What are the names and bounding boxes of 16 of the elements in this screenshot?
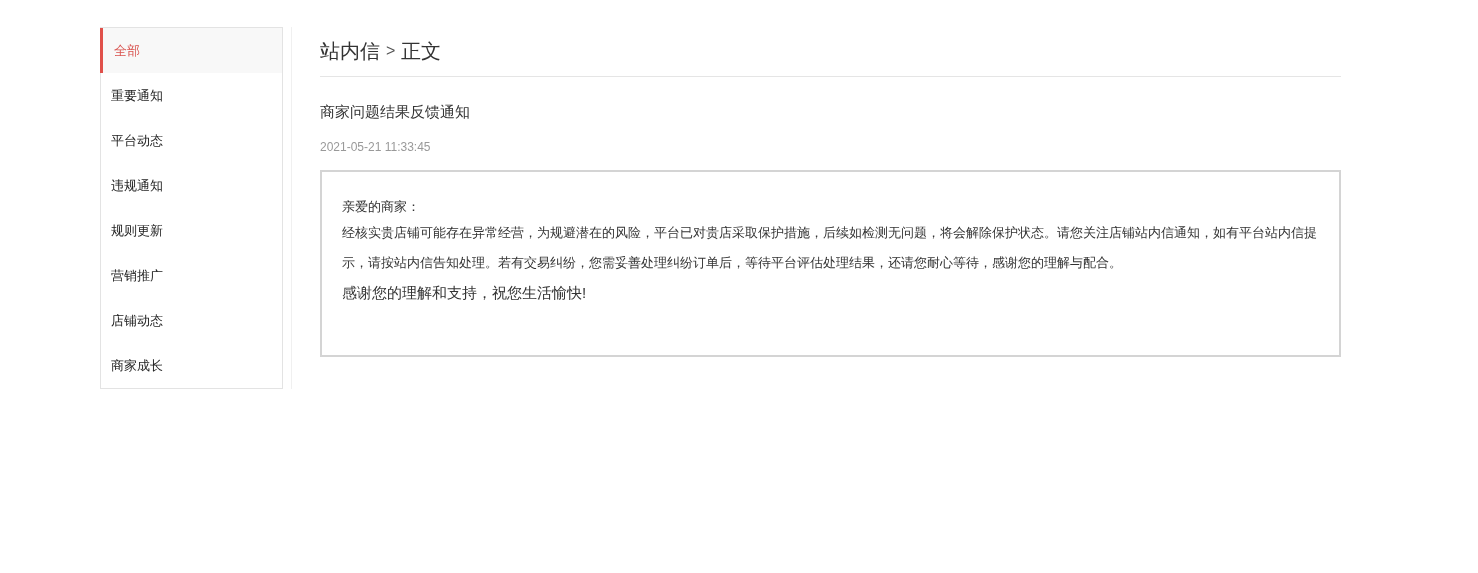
sidebar-item[interactable]: 平台动态 <box>101 118 282 163</box>
sidebar-item[interactable]: 营销推广 <box>101 253 282 298</box>
message-title: 商家问题结果反馈通知 <box>320 102 471 122</box>
greeting-text: 亲爱的商家： <box>342 197 421 216</box>
sidebar-item[interactable]: 规则更新 <box>101 208 282 253</box>
closing-text: 感谢您的理解和支持，祝您生活愉快! <box>342 282 588 303</box>
breadcrumb-item[interactable]: 正文 <box>401 35 442 66</box>
sidebar-item[interactable]: 商家成长 <box>101 343 282 388</box>
sidebar-item[interactable]: 违规通知 <box>101 163 282 208</box>
sidebar-item[interactable]: 全部 <box>100 28 282 73</box>
sidebar-item[interactable]: 店铺动态 <box>101 298 282 343</box>
sidebar-item[interactable]: 重要通知 <box>101 73 282 118</box>
message-body: 经核实贵店铺可能存在异常经营，为规避潜在的风险，平台已对贵店采取保护措施，后续如检测无问题，将会解除保护状态。请您关注店铺站内信通知，如有平台站内信提示，请按站内信告知处理。若有交易纠纷，您需妥善处理纠纷订单后，等待平台评估处理结果，还请您耐心等待，感谢您的理解与配合。 <box>342 223 1318 272</box>
breadcrumb-item[interactable]: 站内信 <box>320 35 380 66</box>
breadcrumb-separator: > <box>386 40 396 61</box>
message-date: 2021-05-21 11:33:45 <box>320 138 432 156</box>
